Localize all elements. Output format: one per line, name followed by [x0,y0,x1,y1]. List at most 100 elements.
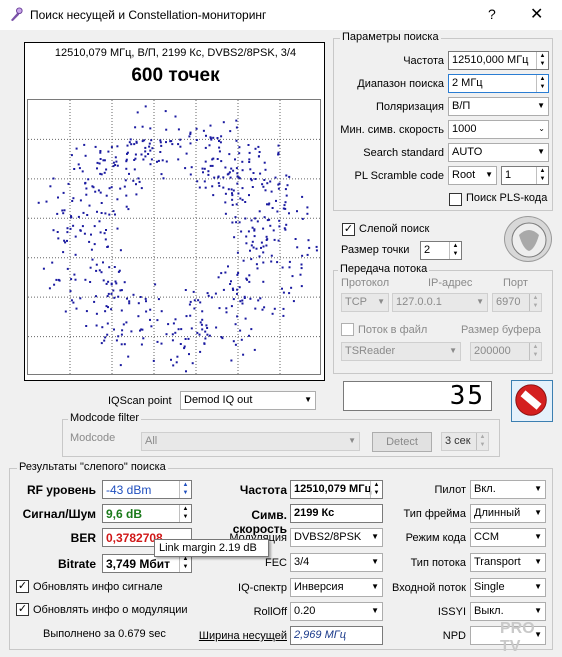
constellation-point [105,194,108,197]
constellation-point [110,146,113,149]
coding-mode-select[interactable]: CCM ▼ [470,528,546,547]
constellation-point [218,146,221,149]
constellation-point [90,248,93,251]
range-input[interactable]: 2 МГц ▲ ▼ [448,74,549,93]
fec-select[interactable]: 3/4 ▼ [290,553,383,572]
ip-select[interactable]: 127.0.0.1 ▼ [392,293,488,312]
modcode-label: Modcode [70,432,116,444]
min-sr-select[interactable]: 1000 ⌄ [448,120,549,139]
constellation-point [217,276,220,279]
constellation-point [147,153,150,155]
constellation-point [116,145,119,148]
constellation-point [115,282,118,285]
constellation-point [85,310,88,313]
stream-type-select[interactable]: Transport ▼ [470,553,546,572]
constellation-point [203,180,206,183]
modcode-title: Modcode filter [68,412,142,424]
constellation-point [253,348,256,351]
modulation-select[interactable]: DVBS2/8PSK ▼ [290,528,383,547]
constellation-point [200,323,203,326]
pilot-select[interactable]: Вкл. ▼ [470,480,546,499]
constellation-point [281,287,283,290]
constellation-point [270,260,273,263]
constellation-point [230,167,233,170]
constellation-point [248,280,251,283]
constellation-point [254,147,257,150]
frequency-input[interactable]: 12510,000 МГц ▲ ▼ [448,51,549,70]
constellation-point [285,174,288,177]
detect-time-input[interactable]: 3 сек ▲ ▼ [441,432,489,451]
bandwidth-label[interactable]: Ширина несущей [190,630,287,642]
constellation-point [296,210,298,213]
pls-mode-select[interactable]: Root ▼ [448,166,497,185]
constellation-point [150,325,153,328]
constellation-point [145,310,148,313]
standard-select[interactable]: AUTO ▼ [448,143,549,162]
polarization-select[interactable]: В/П ▼ [448,97,549,116]
constellation-point [125,321,128,324]
constellation-point [256,267,259,270]
protocol-select[interactable]: TCP ▼ [341,293,389,312]
constellation-point [208,144,211,147]
constellation-point [220,160,223,163]
constellation-point [156,160,158,163]
iq-spectrum-select[interactable]: Инверсия ▼ [290,578,383,597]
constellation-point [199,321,202,324]
pls-code-input[interactable]: 1 ▲ ▼ [501,166,549,185]
constellation-point [205,134,207,137]
pls-search-checkbox[interactable] [449,193,462,206]
point-size-input[interactable]: 2 ▲ ▼ [420,241,462,260]
constellation-point [204,330,207,333]
constellation-point [97,189,100,192]
issyi-select[interactable]: Выкл. ▼ [470,602,546,621]
constellation-point [62,251,65,254]
constellation-point [272,229,275,232]
constellation-point [204,337,207,340]
stop-button[interactable] [511,380,553,422]
input-stream-select[interactable]: Single ▼ [470,578,546,597]
close-button[interactable]: ✕ [530,4,543,24]
constellation-point [284,201,287,204]
blind-search-checkbox[interactable]: ✓ [342,223,355,236]
plot-header: 12510,079 МГц, В/П, 2199 Кс, DVBS2/8PSK,… [54,47,297,59]
update-signal-checkbox[interactable]: ✓ [16,580,29,593]
reader-select[interactable]: TSReader ▼ [341,342,461,361]
constellation-point [220,272,223,275]
constellation-point [112,161,115,164]
constellation-point [123,281,126,284]
constellation-point [193,307,196,310]
constellation-point [250,179,253,182]
constellation-point [98,220,101,223]
constellation-point [294,238,297,240]
port-input[interactable]: 6970 ▲ ▼ [492,293,542,312]
modcode-select[interactable]: All ▼ [141,432,360,451]
constellation-point [49,185,52,188]
constellation-point [79,199,82,202]
to-file-checkbox[interactable] [341,323,354,336]
constellation-point [269,224,272,227]
buffer-input[interactable]: 200000 ▲ ▼ [470,342,542,361]
constellation-point [258,151,261,153]
constellation-point [212,157,215,160]
iqscan-select[interactable]: Demod IQ out ▼ [180,391,316,410]
constellation-point [165,333,168,336]
constellation-point [250,219,253,222]
constellation-point [278,219,281,222]
frame-type-select[interactable]: Длинный ▼ [470,504,546,523]
update-modulation-checkbox[interactable]: ✓ [16,603,29,616]
constellation-point [70,154,73,157]
constellation-point [242,353,245,356]
pilot-label: Пилот [434,484,466,496]
constellation-point [266,219,269,222]
detect-button[interactable]: Detect [372,432,432,452]
constellation-point [256,220,259,223]
title-bar: Поиск несущей и Constellation-мониторинг… [0,0,562,30]
constellation-point [189,133,192,135]
constellation-point [53,283,56,286]
constellation-point [239,300,242,303]
constellation-point [104,336,107,339]
constellation-point [201,328,204,331]
rolloff-select[interactable]: 0.20 ▼ [290,602,383,621]
help-button[interactable]: ? [488,6,496,22]
constellation-point [242,259,245,262]
